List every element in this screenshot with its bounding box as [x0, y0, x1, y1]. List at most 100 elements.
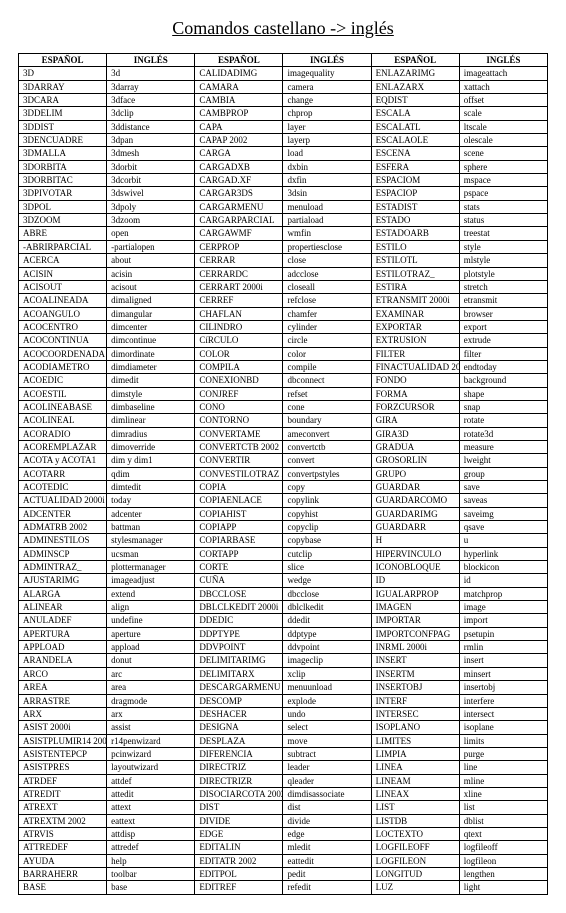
table-cell: dimoverride — [107, 440, 195, 453]
table-cell: dimradius — [107, 427, 195, 440]
table-cell: export — [459, 320, 547, 333]
table-cell: dbconnect — [283, 374, 371, 387]
table-cell: plottermanager — [107, 561, 195, 574]
table-cell: COLOR — [195, 347, 283, 360]
table-cell: ACOEDIC — [19, 374, 107, 387]
table-cell: scale — [459, 107, 547, 120]
table-cell: 3DPIVOTAR — [19, 187, 107, 200]
table-cell: acisout — [107, 280, 195, 293]
table-row: ACOEDICdimeditCONEXIONBDdbconnectFONDOba… — [19, 374, 548, 387]
table-cell: EDITALIN — [195, 841, 283, 854]
table-cell: CARGADXB — [195, 160, 283, 173]
table-cell: 3DDIST — [19, 120, 107, 133]
table-cell: ISOPLANO — [371, 721, 459, 734]
table-cell: ENLAZARX — [371, 80, 459, 93]
table-cell: line — [459, 761, 547, 774]
table-cell: minsert — [459, 667, 547, 680]
table-cell: INSERTOBJ — [371, 681, 459, 694]
table-cell: dimtedit — [107, 481, 195, 494]
table-cell: about — [107, 254, 195, 267]
table-cell: ESCALAOLE — [371, 134, 459, 147]
table-cell: ADCENTER — [19, 507, 107, 520]
table-cell: undefine — [107, 614, 195, 627]
table-cell: DDPTYPE — [195, 627, 283, 640]
table-cell: 3DORBITA — [19, 160, 107, 173]
table-cell: camera — [283, 80, 371, 93]
table-cell: edge — [283, 827, 371, 840]
table-cell: isoplane — [459, 721, 547, 734]
column-header: INGLÉS — [283, 54, 371, 67]
table-cell: 3DMALLA — [19, 147, 107, 160]
table-cell: area — [107, 681, 195, 694]
table-cell: dimangular — [107, 307, 195, 320]
table-cell: r14penwizard — [107, 734, 195, 747]
table-cell: light — [459, 881, 547, 894]
table-cell: ADMINTRAZ_ — [19, 561, 107, 574]
table-cell: subtract — [283, 747, 371, 760]
table-cell: interfere — [459, 694, 547, 707]
table-cell: propertiesclose — [283, 240, 371, 253]
table-cell: CONJREF — [195, 387, 283, 400]
table-row: APERTURAapertureDDPTYPEddptypeIMPORTCONF… — [19, 627, 548, 640]
table-cell: assist — [107, 721, 195, 734]
table-row: 3DMALLA3dmeshCARGAloadESCENAscene — [19, 147, 548, 160]
table-cell: CARGAD.XF — [195, 174, 283, 187]
table-cell: DIST — [195, 801, 283, 814]
table-cell: ARCO — [19, 667, 107, 680]
table-cell: help — [107, 854, 195, 867]
table-cell: list — [459, 801, 547, 814]
table-row: 3D3dCALIDADIMGimagequalityENLAZARIMGimag… — [19, 67, 548, 80]
table-cell: style — [459, 240, 547, 253]
table-cell: align — [107, 601, 195, 614]
table-cell: 3DZOOM — [19, 214, 107, 227]
column-header: ESPAÑOL — [195, 54, 283, 67]
table-cell: ETRANSMIT 2000i — [371, 294, 459, 307]
table-row: ADMINTRAZ_plottermanagerCORTEsliceICONOB… — [19, 561, 548, 574]
table-cell: acisin — [107, 267, 195, 280]
table-cell: hyperlink — [459, 547, 547, 560]
table-cell: ALINEAR — [19, 601, 107, 614]
table-cell: imagequality — [283, 67, 371, 80]
table-cell: ASISTENTEPCP — [19, 747, 107, 760]
table-cell: menuload — [283, 200, 371, 213]
table-cell: load — [283, 147, 371, 160]
table-cell: EDITATR 2002 — [195, 854, 283, 867]
table-cell: etransmit — [459, 294, 547, 307]
table-cell: CARGARPARCIAL — [195, 214, 283, 227]
table-cell: matchprop — [459, 587, 547, 600]
table-cell: stats — [459, 200, 547, 213]
table-cell: lweight — [459, 454, 547, 467]
table-row: ACOANGULOdimangularCHAFLANchamferEXAMINA… — [19, 307, 548, 320]
table-cell: imageattach — [459, 67, 547, 80]
table-cell: pedit — [283, 867, 371, 880]
table-cell: arx — [107, 707, 195, 720]
table-cell: insert — [459, 654, 547, 667]
table-row: ANULADEFundefineDDEDICddeditIMPORTARimpo… — [19, 614, 548, 627]
table-cell: APERTURA — [19, 627, 107, 640]
table-cell: CERPROP — [195, 240, 283, 253]
table-cell: layer — [283, 120, 371, 133]
table-cell: 3DENCUADRE — [19, 134, 107, 147]
table-cell: eattedit — [283, 854, 371, 867]
table-row: AYUDAhelpEDITATR 2002eatteditLOGFILEONlo… — [19, 854, 548, 867]
table-cell: DDVPOINT — [195, 641, 283, 654]
table-cell: aperture — [107, 627, 195, 640]
table-cell: 3DDELIM — [19, 107, 107, 120]
table-cell: dist — [283, 801, 371, 814]
table-cell: move — [283, 734, 371, 747]
table-cell: convertctb — [283, 440, 371, 453]
table-cell: dimlinear — [107, 414, 195, 427]
table-cell: image — [459, 601, 547, 614]
table-cell: DIVIDE — [195, 814, 283, 827]
table-cell: LIMITES — [371, 734, 459, 747]
table-cell: ADMATRB 2002 — [19, 521, 107, 534]
table-cell: ACOESTIL — [19, 387, 107, 400]
table-cell: dblist — [459, 814, 547, 827]
table-cell: ameconvert — [283, 427, 371, 440]
table-cell: COMPILA — [195, 360, 283, 373]
table-cell: logfileon — [459, 854, 547, 867]
table-cell: imageadjust — [107, 574, 195, 587]
table-row: ATRDEFattdefDIRECTRIZRqleaderLINEAMmline — [19, 774, 548, 787]
table-row: 3DZOOM3dzoomCARGARPARCIALpartialoadESTAD… — [19, 214, 548, 227]
table-cell: CILINDRO — [195, 320, 283, 333]
